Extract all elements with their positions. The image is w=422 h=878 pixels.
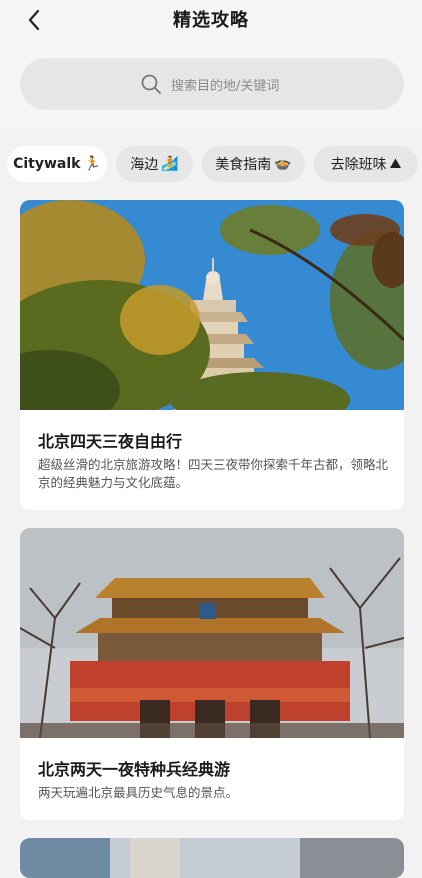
tab-food-guide[interactable]: 美食指南 🍲 bbox=[202, 146, 305, 182]
search-icon bbox=[141, 74, 161, 94]
food-bowl-icon: 🍲 bbox=[274, 156, 292, 172]
guide-card[interactable] bbox=[20, 838, 404, 878]
guide-photo bbox=[20, 838, 404, 878]
tab-label: 去除班味 bbox=[330, 157, 387, 173]
tab-citywalk[interactable]: Citywalk 🏃 bbox=[7, 146, 107, 182]
card-title: 北京四天三夜自由行 bbox=[38, 432, 183, 451]
guide-card[interactable]: 北京两天一夜特种兵经典游 两天玩遍北京最具历史气息的景点。 bbox=[20, 528, 404, 820]
tab-seaside[interactable]: 海边 🏄 bbox=[116, 146, 193, 182]
search-placeholder: 搜索目的地/关键词 bbox=[171, 79, 280, 94]
card-title: 北京两天一夜特种兵经典游 bbox=[38, 760, 231, 779]
tab-label: Citywalk bbox=[13, 156, 81, 172]
tab-label: 美食指南 bbox=[215, 157, 272, 173]
palace-photo bbox=[20, 528, 404, 738]
surfer-icon: 🏄 bbox=[161, 156, 179, 172]
running-person-icon: 🏃 bbox=[83, 156, 101, 172]
search-bar[interactable]: 搜索目的地/关键词 bbox=[20, 58, 404, 110]
card-description: 两天玩遍北京最具历史气息的景点。 bbox=[38, 785, 239, 800]
tab-destress[interactable]: 去除班味 ⛰ bbox=[314, 146, 418, 182]
pagoda-photo bbox=[20, 200, 404, 410]
guide-card[interactable]: 北京四天三夜自由行 超级丝滑的北京旅游攻略！四天三夜带你探索千年古都，领略北京的… bbox=[20, 200, 404, 510]
top-bar: 精选攻略 搜索目的地/关键词 bbox=[0, 0, 422, 128]
page-title: 精选攻略 bbox=[173, 10, 249, 31]
card-description: 超级丝滑的北京旅游攻略！四天三夜带你探索千年古都，领略北京的经典魅力与文化底蕴。 bbox=[38, 457, 389, 490]
tab-label: 海边 bbox=[130, 157, 159, 173]
mountain-icon: ⛰ bbox=[389, 156, 402, 172]
category-tabs: Citywalk 🏃 海边 🏄 美食指南 🍲 去除班味 ⛰ bbox=[0, 140, 422, 186]
